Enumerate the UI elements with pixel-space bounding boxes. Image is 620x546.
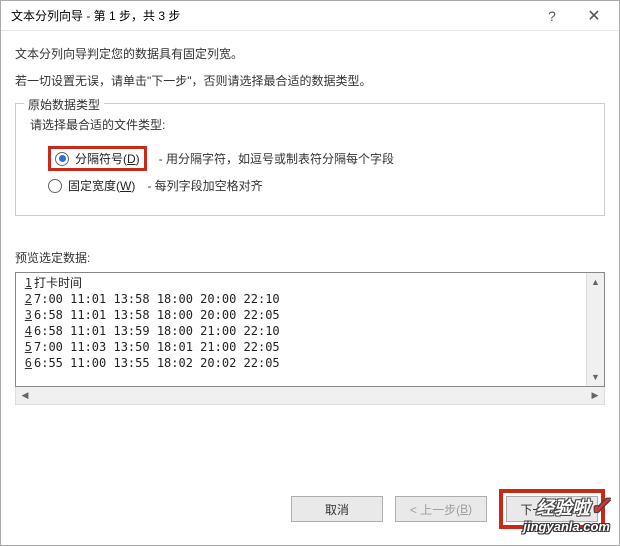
preview-row: 57:00 11:03 13:50 18:01 21:00 22:05: [18, 339, 584, 355]
row-text: 7:00 11:03 13:50 18:01 21:00 22:05: [34, 339, 280, 355]
wizard-dialog: 文本分列向导 - 第 1 步，共 3 步 ? ✕ 文本分列向导判定您的数据具有固…: [0, 0, 620, 546]
preview-row: 66:55 11:00 13:55 18:02 20:02 22:05: [18, 355, 584, 371]
row-text: 7:00 11:01 13:58 18:00 20:00 22:10: [34, 291, 280, 307]
fieldset-legend: 原始数据类型: [24, 96, 104, 113]
preview-content: 1打卡时间27:00 11:01 13:58 18:00 20:00 22:10…: [16, 273, 586, 386]
row-text: 打卡时间: [34, 275, 82, 291]
description-line-1: 文本分列向导判定您的数据具有固定列宽。: [15, 45, 605, 62]
row-text: 6:55 11:00 13:55 18:02 20:02 22:05: [34, 355, 280, 371]
row-text: 6:58 11:01 13:58 18:00 20:00 22:05: [34, 307, 280, 323]
dialog-title: 文本分列向导 - 第 1 步，共 3 步: [11, 7, 531, 24]
radio-delimited-desc: - 用分隔字符，如逗号或制表符分隔每个字段: [159, 150, 394, 167]
highlight-delimited: 分隔符号(D): [48, 146, 147, 171]
preview-box: 1打卡时间27:00 11:01 13:58 18:00 20:00 22:10…: [15, 272, 605, 387]
horizontal-scrollbar[interactable]: ◀ ▶: [15, 387, 605, 405]
radio-delimited-label[interactable]: 分隔符号(D): [75, 150, 140, 167]
row-number: 1: [18, 275, 32, 291]
option-row-delimited: 分隔符号(D) - 用分隔字符，如逗号或制表符分隔每个字段: [30, 143, 590, 174]
highlight-next: 下一步(N) >: [499, 489, 605, 529]
scroll-track[interactable]: [587, 291, 604, 368]
help-button[interactable]: ?: [531, 2, 573, 30]
scroll-right-icon[interactable]: ▶: [586, 390, 604, 401]
close-button[interactable]: ✕: [573, 2, 615, 30]
preview-row: 46:58 11:01 13:59 18:00 21:00 22:10: [18, 323, 584, 339]
preview-row: 36:58 11:01 13:58 18:00 20:00 22:05: [18, 307, 584, 323]
vertical-scrollbar[interactable]: ▲ ▼: [586, 273, 604, 386]
button-bar: 取消 < 上一步(B) 下一步(N) >: [1, 475, 619, 545]
dialog-content: 文本分列向导判定您的数据具有固定列宽。 若一切设置无误，请单击"下一步"，否则请…: [1, 31, 619, 475]
radio-fixed-label[interactable]: 固定宽度(W): [68, 177, 135, 194]
preview-row: 27:00 11:01 13:58 18:00 20:00 22:10: [18, 291, 584, 307]
row-text: 6:58 11:01 13:59 18:00 21:00 22:10: [34, 323, 280, 339]
radio-delimited[interactable]: [55, 152, 69, 166]
original-data-type-fieldset: 原始数据类型 请选择最合适的文件类型: 分隔符号(D) - 用分隔字符，如逗号或…: [15, 103, 605, 216]
scroll-up-icon[interactable]: ▲: [587, 273, 604, 291]
scroll-left-icon[interactable]: ◀: [16, 390, 34, 401]
option-row-fixed: 固定宽度(W) - 每列字段加空格对齐: [30, 174, 590, 197]
radio-fixed-width[interactable]: [48, 179, 62, 193]
row-number: 5: [18, 339, 32, 355]
preview-row: 1打卡时间: [18, 275, 584, 291]
option-prompt: 请选择最合适的文件类型:: [30, 116, 590, 133]
titlebar: 文本分列向导 - 第 1 步，共 3 步 ? ✕: [1, 1, 619, 31]
scroll-down-icon[interactable]: ▼: [587, 368, 604, 386]
cancel-button[interactable]: 取消: [291, 496, 383, 522]
preview-area: 预览选定数据: 1打卡时间27:00 11:01 13:58 18:00 20:…: [15, 249, 605, 405]
row-number: 3: [18, 307, 32, 323]
back-button: < 上一步(B): [395, 496, 487, 522]
radio-fixed-desc: - 每列字段加空格对齐: [147, 177, 262, 194]
row-number: 6: [18, 355, 32, 371]
row-number: 2: [18, 291, 32, 307]
description-line-2: 若一切设置无误，请单击"下一步"，否则请选择最合适的数据类型。: [15, 72, 605, 89]
next-button[interactable]: 下一步(N) >: [506, 496, 598, 522]
preview-label: 预览选定数据:: [15, 249, 605, 266]
row-number: 4: [18, 323, 32, 339]
